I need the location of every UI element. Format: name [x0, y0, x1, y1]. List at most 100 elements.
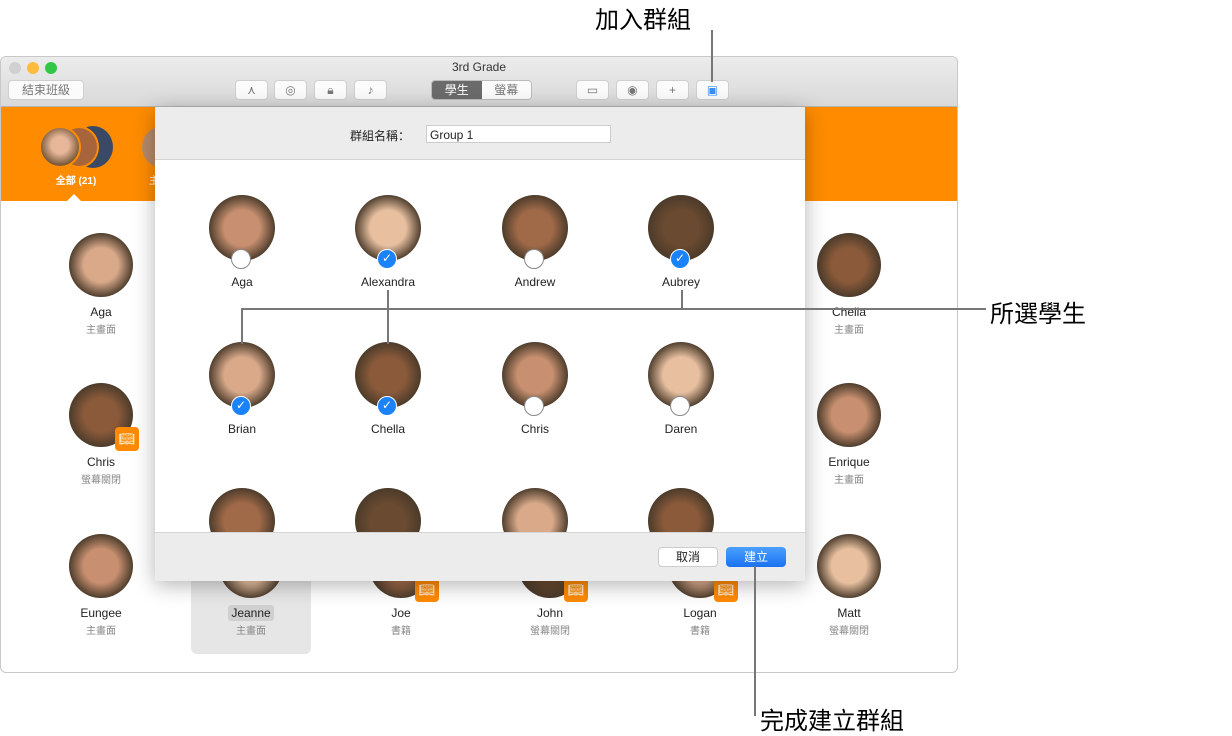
dialog-student[interactable]: ✓ Chella: [328, 342, 448, 436]
book-icon: 📖︎: [115, 427, 139, 451]
student-card[interactable]: Eungee 主畫面: [41, 534, 161, 637]
student-avatar: [817, 383, 881, 447]
end-class-button[interactable]: 結束班級: [8, 80, 84, 100]
student-status: 書籍: [391, 626, 411, 637]
checkbox[interactable]: [524, 396, 544, 416]
student-name: Chris: [520, 422, 549, 436]
dialog-student[interactable]: Daren: [621, 342, 741, 436]
group-icon[interactable]: ▣: [696, 80, 729, 100]
dialog-student[interactable]: Chris: [475, 342, 595, 436]
callout-line: [241, 308, 243, 344]
cancel-button[interactable]: 取消: [658, 547, 718, 567]
book-icon: 📖︎: [415, 578, 439, 602]
student-status: 主畫面: [86, 626, 116, 637]
student-avatar: [502, 195, 568, 269]
checkmark-icon[interactable]: ✓: [231, 396, 251, 416]
app-store-icon[interactable]: ⋏: [235, 80, 268, 100]
student-name: Matt: [837, 606, 861, 620]
checkmark-icon[interactable]: ✓: [377, 396, 397, 416]
student-status: 主畫面: [834, 475, 864, 486]
student-status: 主畫面: [834, 325, 864, 336]
student-card[interactable]: 📖︎ Chris 螢幕關閉: [41, 383, 161, 486]
checkbox[interactable]: [524, 249, 544, 269]
student-avatar: ✓: [209, 342, 275, 416]
safari-icon[interactable]: ◎: [274, 80, 307, 100]
student-name: Aubrey: [661, 275, 701, 289]
student-name: Logan: [683, 606, 717, 620]
callout-line: [242, 308, 986, 310]
callout-line: [681, 290, 683, 309]
student-name: Daren: [664, 422, 698, 436]
student-name: Eungee: [80, 606, 122, 620]
student-avatar: ✓: [355, 342, 421, 416]
student-status: 主畫面: [236, 626, 266, 637]
create-group-dialog: 群組名稱： Group 1 Aga ✓ Alexandra Andrew ✓ A…: [155, 107, 805, 581]
student-status: 螢幕關閉: [530, 626, 570, 637]
student-name: Chris: [86, 455, 115, 469]
toolbar: 3rd Grade 結束班級 ⋏ ◎ 🔒︎ ♪ 學生 螢幕 ▭ ◉ + ▣: [1, 57, 957, 107]
book-icon: 📖︎: [714, 578, 738, 602]
dialog-student[interactable]: Andrew: [475, 195, 595, 289]
student-avatar: [817, 233, 881, 297]
group-all[interactable]: [39, 126, 113, 168]
student-avatar: [502, 342, 568, 416]
tab-students[interactable]: 學生: [432, 81, 482, 99]
student-name: Aga: [231, 275, 253, 289]
checkmark-icon[interactable]: ✓: [377, 249, 397, 269]
dialog-footer: 取消 建立: [155, 532, 805, 581]
student-avatar: ✓: [355, 195, 421, 269]
student-name: Enrique: [828, 455, 870, 469]
group-all-label: 全部 (21): [55, 176, 97, 187]
student-name: Chella: [370, 422, 406, 436]
airplay-icon[interactable]: ▭: [576, 80, 609, 100]
window-title: 3rd Grade: [451, 60, 507, 74]
student-name: John: [536, 606, 564, 620]
selected-group-indicator: [66, 194, 82, 202]
checkbox[interactable]: [670, 396, 690, 416]
group-name-input[interactable]: Group 1: [426, 125, 611, 143]
plus-icon[interactable]: +: [656, 80, 689, 100]
student-card[interactable]: Aga 主畫面: [41, 233, 161, 336]
student-name: Jeanne: [191, 605, 311, 621]
student-card[interactable]: Matt 螢幕關閉: [789, 534, 909, 637]
student-avatar: [209, 195, 275, 269]
checkbox[interactable]: [231, 249, 251, 269]
annotation-finish-create: 完成建立群組: [760, 708, 904, 735]
create-button[interactable]: 建立: [726, 547, 786, 567]
annotation-selected-students: 所選學生: [990, 301, 1086, 328]
student-name: Andrew: [514, 275, 556, 289]
lock-icon[interactable]: 🔒︎: [314, 80, 347, 100]
student-name: Joe: [391, 606, 411, 620]
view-segmented-control[interactable]: 學生 螢幕: [431, 80, 532, 100]
person-add-icon[interactable]: ◉: [616, 80, 649, 100]
student-status: 螢幕關閉: [829, 626, 869, 637]
dialog-student[interactable]: ✓ Aubrey: [621, 195, 741, 289]
student-avatar: ✓: [648, 195, 714, 269]
student-avatar: [69, 534, 133, 598]
dialog-student[interactable]: Aga: [182, 195, 302, 289]
student-status: 主畫面: [86, 325, 116, 336]
dialog-student[interactable]: ✓ Alexandra: [328, 195, 448, 289]
student-card[interactable]: Enrique 主畫面: [789, 383, 909, 486]
student-status: 螢幕關閉: [81, 475, 121, 486]
student-name: Alexandra: [360, 275, 416, 289]
callout-line: [387, 290, 389, 344]
student-avatar: [69, 233, 133, 297]
mute-icon[interactable]: ♪: [354, 80, 387, 100]
student-name: Aga: [90, 305, 112, 319]
dialog-student[interactable]: ✓ Brian: [182, 342, 302, 436]
checkmark-icon[interactable]: ✓: [670, 249, 690, 269]
student-avatar: 📖︎: [69, 383, 139, 451]
tab-screens[interactable]: 螢幕: [481, 81, 531, 99]
student-avatar: [648, 342, 714, 416]
callout-line: [754, 566, 756, 716]
student-status: 書籍: [690, 626, 710, 637]
student-avatar: [817, 534, 881, 598]
dialog-header: 群組名稱： Group 1: [155, 107, 805, 160]
annotation-add-group: 加入群組: [595, 7, 691, 34]
group-name-label: 群組名稱：: [350, 129, 411, 143]
book-icon: 📖︎: [564, 578, 588, 602]
student-name: Brian: [227, 422, 256, 436]
callout-line: [711, 30, 713, 82]
student-card[interactable]: Chella 主畫面: [789, 233, 909, 336]
